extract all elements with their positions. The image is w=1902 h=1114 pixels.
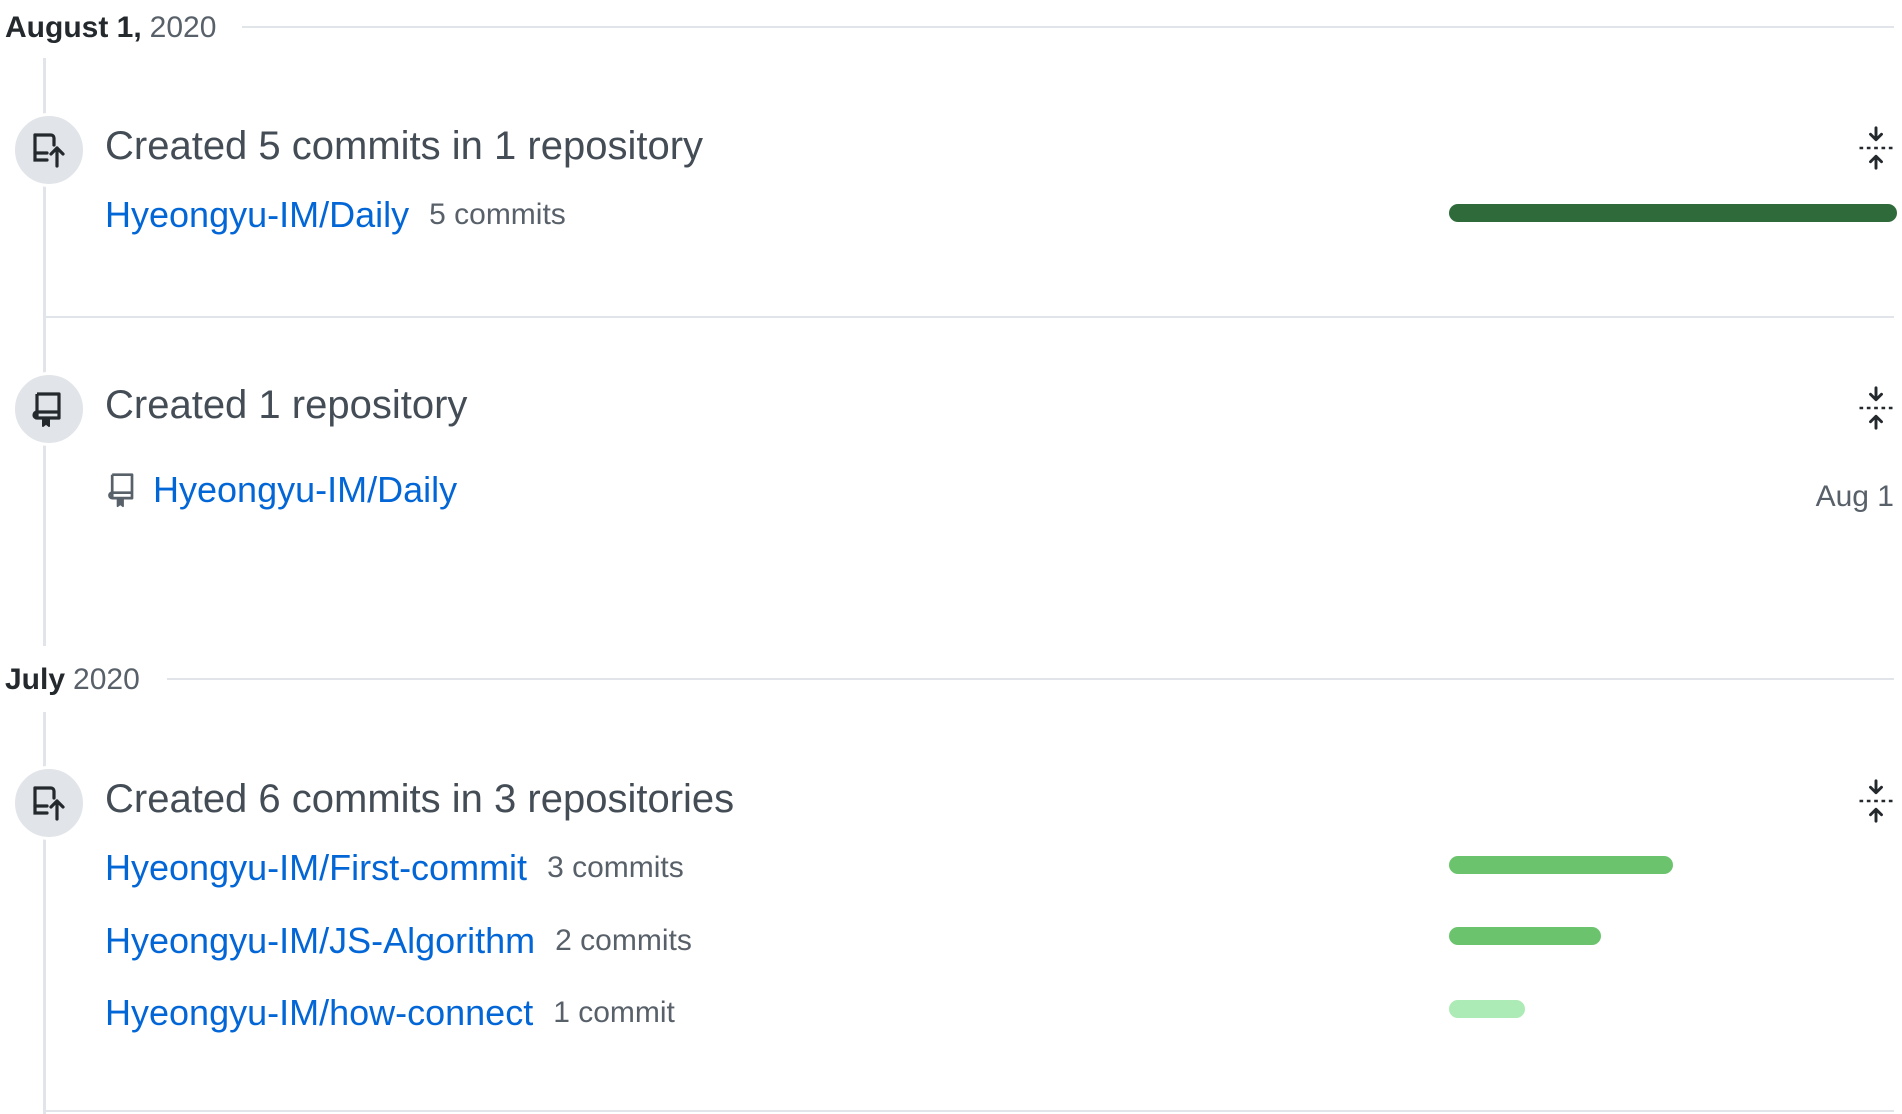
year-label: 2020	[149, 11, 217, 44]
month-label: July	[5, 663, 66, 696]
commit-bar	[1449, 204, 1897, 222]
repo-created-row: Hyeongyu-IM/Daily	[105, 465, 457, 515]
repo-link[interactable]: Hyeongyu-IM/First-commit	[105, 847, 527, 889]
fold-icon	[1859, 126, 1893, 170]
activity-badge	[12, 372, 86, 446]
fold-icon	[1859, 386, 1893, 430]
repo-commit-row: Hyeongyu-IM/JS-Algorithm 2 commits	[105, 918, 692, 964]
month-label: August 1,	[5, 11, 142, 44]
commit-bar	[1449, 1000, 1525, 1018]
header-divider	[167, 678, 1894, 680]
month-header-july: July 2020	[5, 660, 140, 700]
commit-count: 1 commit	[553, 996, 675, 1029]
repo-push-icon	[33, 133, 65, 168]
repo-commit-row: Hyeongyu-IM/Daily 5 commits	[105, 192, 566, 238]
item-divider	[43, 1110, 1894, 1112]
created-date: Aug 1	[1815, 480, 1894, 513]
item-divider	[43, 316, 1894, 318]
fold-icon	[1859, 779, 1893, 823]
activity-title: Created 5 commits in 1 repository	[105, 124, 704, 168]
repo-link[interactable]: Hyeongyu-IM/Daily	[153, 469, 457, 511]
collapse-button[interactable]	[1854, 777, 1898, 825]
commit-count: 2 commits	[555, 924, 692, 957]
repo-link[interactable]: Hyeongyu-IM/how-connect	[105, 992, 533, 1034]
year-label: 2020	[73, 663, 140, 696]
commit-count: 5 commits	[429, 198, 566, 231]
header-divider	[242, 26, 1894, 28]
commit-bar	[1449, 927, 1601, 945]
repo-icon	[108, 473, 134, 508]
repo-commit-row: Hyeongyu-IM/how-connect 1 commit	[105, 990, 675, 1036]
activity-badge	[12, 113, 86, 187]
repo-push-icon	[33, 786, 65, 821]
commit-bar	[1449, 856, 1673, 874]
activity-title: Created 6 commits in 3 repositories	[105, 777, 735, 821]
repo-link[interactable]: Hyeongyu-IM/Daily	[105, 194, 409, 236]
collapse-button[interactable]	[1854, 124, 1898, 172]
commit-count: 3 commits	[547, 851, 684, 884]
activity-title: Created 1 repository	[105, 383, 468, 427]
repo-link[interactable]: Hyeongyu-IM/JS-Algorithm	[105, 920, 535, 962]
activity-badge	[12, 766, 86, 840]
repo-commit-row: Hyeongyu-IM/First-commit 3 commits	[105, 845, 684, 891]
month-header-august: August 1, 2020	[5, 8, 216, 48]
collapse-button[interactable]	[1854, 384, 1898, 432]
repo-icon	[32, 392, 61, 427]
